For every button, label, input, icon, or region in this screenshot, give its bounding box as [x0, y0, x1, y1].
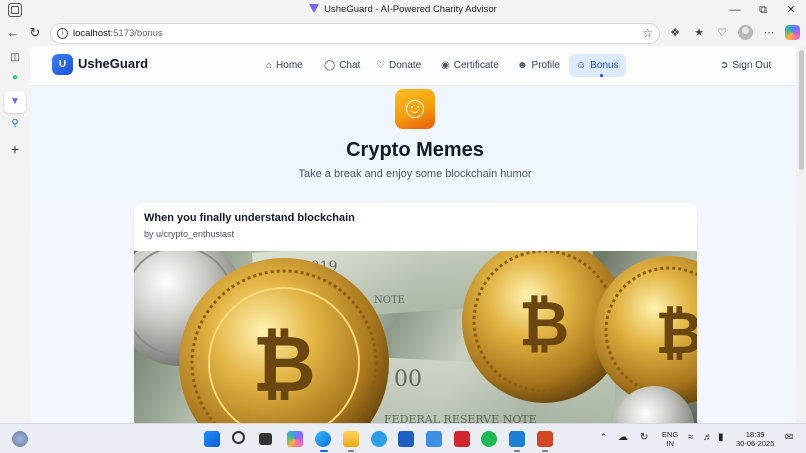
page-scrollbar[interactable]: [796, 46, 806, 423]
add-sidebar-app-icon[interactable]: +: [7, 141, 23, 157]
powerpoint-running-indicator: [542, 450, 548, 452]
site-favicon-icon: [309, 4, 320, 13]
svg-text:₿: ₿: [252, 320, 316, 410]
browser-toolbar: ← ↻ i localhost:5173/bonus ☆ ❖ ★ ♡ ⋯: [0, 20, 806, 46]
clock[interactable]: 18:39 30-06-2025: [736, 430, 774, 448]
brand-logo[interactable]: U: [52, 54, 73, 75]
mcafee-icon[interactable]: [454, 431, 470, 447]
search-icon[interactable]: ⚲: [7, 116, 23, 132]
chat-icon: ◯: [324, 60, 336, 71]
address-bar[interactable]: i localhost:5173/bonus ☆: [50, 23, 660, 44]
window-title: UsheGuard - AI-Powered Charity Advisor: [0, 4, 806, 15]
svg-text:00: 00: [394, 367, 422, 392]
vscode-running-indicator: [514, 450, 520, 452]
svg-text:₿: ₿: [519, 287, 570, 360]
extensions-icon[interactable]: ❖: [667, 25, 683, 41]
meme-image[interactable]: 453019 NOTE FEDERAL RESERVE NOTE 00 ₿ ₿: [134, 251, 697, 423]
home-icon: ⌂: [266, 60, 273, 71]
page-viewport: U UsheGuard ⌂ Home ◯ Chat ♡ Donate ◉ Certifi…: [30, 46, 806, 423]
award-icon: ◉: [441, 60, 450, 71]
search-taskbar-icon[interactable]: [232, 431, 245, 444]
bitcoin-coins-illustration: 453019 NOTE FEDERAL RESERVE NOTE 00 ₿ ₿: [134, 251, 697, 423]
brand-name[interactable]: UsheGuard: [78, 56, 148, 71]
copilot-icon[interactable]: [785, 25, 800, 40]
wifi-icon[interactable]: ≈: [688, 433, 694, 443]
tabs-icon[interactable]: ◫: [7, 50, 23, 66]
svg-text:FEDERAL RESERVE NOTE: FEDERAL RESERVE NOTE: [384, 413, 537, 423]
profile-avatar[interactable]: [738, 25, 753, 40]
refresh-button[interactable]: ↻: [26, 24, 44, 42]
smile-face-icon: [406, 100, 424, 118]
meme-author[interactable]: by u/crypto_enthusiast: [144, 229, 234, 239]
whatsapp-icon[interactable]: ●: [7, 70, 23, 86]
notifications-icon[interactable]: ✉: [785, 433, 793, 443]
nav-bonus[interactable]: ☺ Bonus: [569, 54, 626, 77]
meme-card[interactable]: When you finally understand blockchain b…: [134, 203, 697, 423]
nav-certificate[interactable]: ◉ Certificate: [434, 54, 506, 77]
bonus-emoji-tile: [395, 89, 435, 129]
url-text[interactable]: localhost:5173/bonus: [73, 28, 163, 39]
favorites-icon[interactable]: ★: [691, 25, 707, 41]
page-subtitle: Take a break and enjoy some blockchain h…: [298, 168, 532, 180]
chart-app-icon[interactable]: [426, 431, 442, 447]
app-icon-blue[interactable]: [371, 431, 387, 447]
site-info-icon[interactable]: i: [57, 28, 68, 39]
svg-text:NOTE: NOTE: [374, 295, 405, 306]
language-indicator[interactable]: ENG IN: [662, 430, 678, 448]
tray-chevron-icon[interactable]: ⌃: [600, 433, 608, 442]
browser-sidebar: ◫ ● ▼ ⚲ +: [0, 46, 30, 423]
more-menu-icon[interactable]: ⋯: [761, 25, 777, 41]
window-titlebar: UsheGuard - AI-Powered Charity Advisor —…: [0, 0, 806, 20]
nav-donate[interactable]: ♡ Donate: [369, 54, 428, 77]
restore-button[interactable]: ⧉: [748, 0, 778, 20]
favorite-star-icon[interactable]: ☆: [642, 26, 653, 40]
windows-start-icon[interactable]: [204, 431, 220, 447]
sync-icon[interactable]: ↻: [640, 433, 648, 443]
close-window-button[interactable]: ✕: [776, 0, 806, 20]
active-nav-indicator: [600, 74, 603, 77]
task-view-icon[interactable]: [259, 433, 272, 445]
volume-icon[interactable]: ♬: [703, 433, 713, 443]
page-title: Crypto Memes: [346, 139, 484, 161]
file-explorer-icon[interactable]: [343, 431, 359, 447]
browser-essentials-icon[interactable]: ♡: [714, 25, 730, 41]
app-tab-icon[interactable]: ▼: [7, 94, 23, 110]
battery-icon[interactable]: ▮: [718, 433, 724, 443]
meme-title: When you finally understand blockchain: [144, 212, 355, 224]
spotify-icon[interactable]: [481, 431, 497, 447]
sign-out-button[interactable]: ➲ Sign Out: [713, 54, 778, 77]
back-button[interactable]: ←: [4, 24, 22, 42]
copilot-taskbar-icon[interactable]: [287, 431, 303, 447]
svg-text:₿: ₿: [655, 299, 697, 367]
heart-icon: ♡: [376, 60, 385, 71]
nav-home[interactable]: ⌂ Home: [259, 54, 310, 77]
onedrive-icon[interactable]: ☁: [618, 433, 628, 443]
store-icon[interactable]: [398, 431, 414, 447]
user-icon: ☻: [517, 60, 528, 71]
vscode-icon[interactable]: [509, 431, 525, 447]
minimize-button[interactable]: —: [720, 0, 750, 20]
weather-widget-icon[interactable]: [12, 431, 28, 447]
app-navbar: U UsheGuard ⌂ Home ◯ Chat ♡ Donate ◉ Certifi…: [30, 46, 796, 86]
sign-out-icon: ➲: [720, 60, 729, 71]
scrollbar-thumb[interactable]: [799, 50, 804, 170]
nav-profile[interactable]: ☻ Profile: [510, 54, 567, 77]
explorer-running-indicator: [348, 450, 354, 452]
windows-taskbar: ⌃ ☁ ↻ ENG IN ≈ ♬ ▮ 18:39 30-06-2025 ✉: [0, 423, 806, 453]
smile-icon: ☺: [576, 60, 587, 71]
powerpoint-icon[interactable]: [537, 431, 553, 447]
edge-running-indicator: [320, 450, 328, 452]
edge-taskbar-icon[interactable]: [315, 431, 331, 447]
nav-chat[interactable]: ◯ Chat: [317, 54, 367, 77]
